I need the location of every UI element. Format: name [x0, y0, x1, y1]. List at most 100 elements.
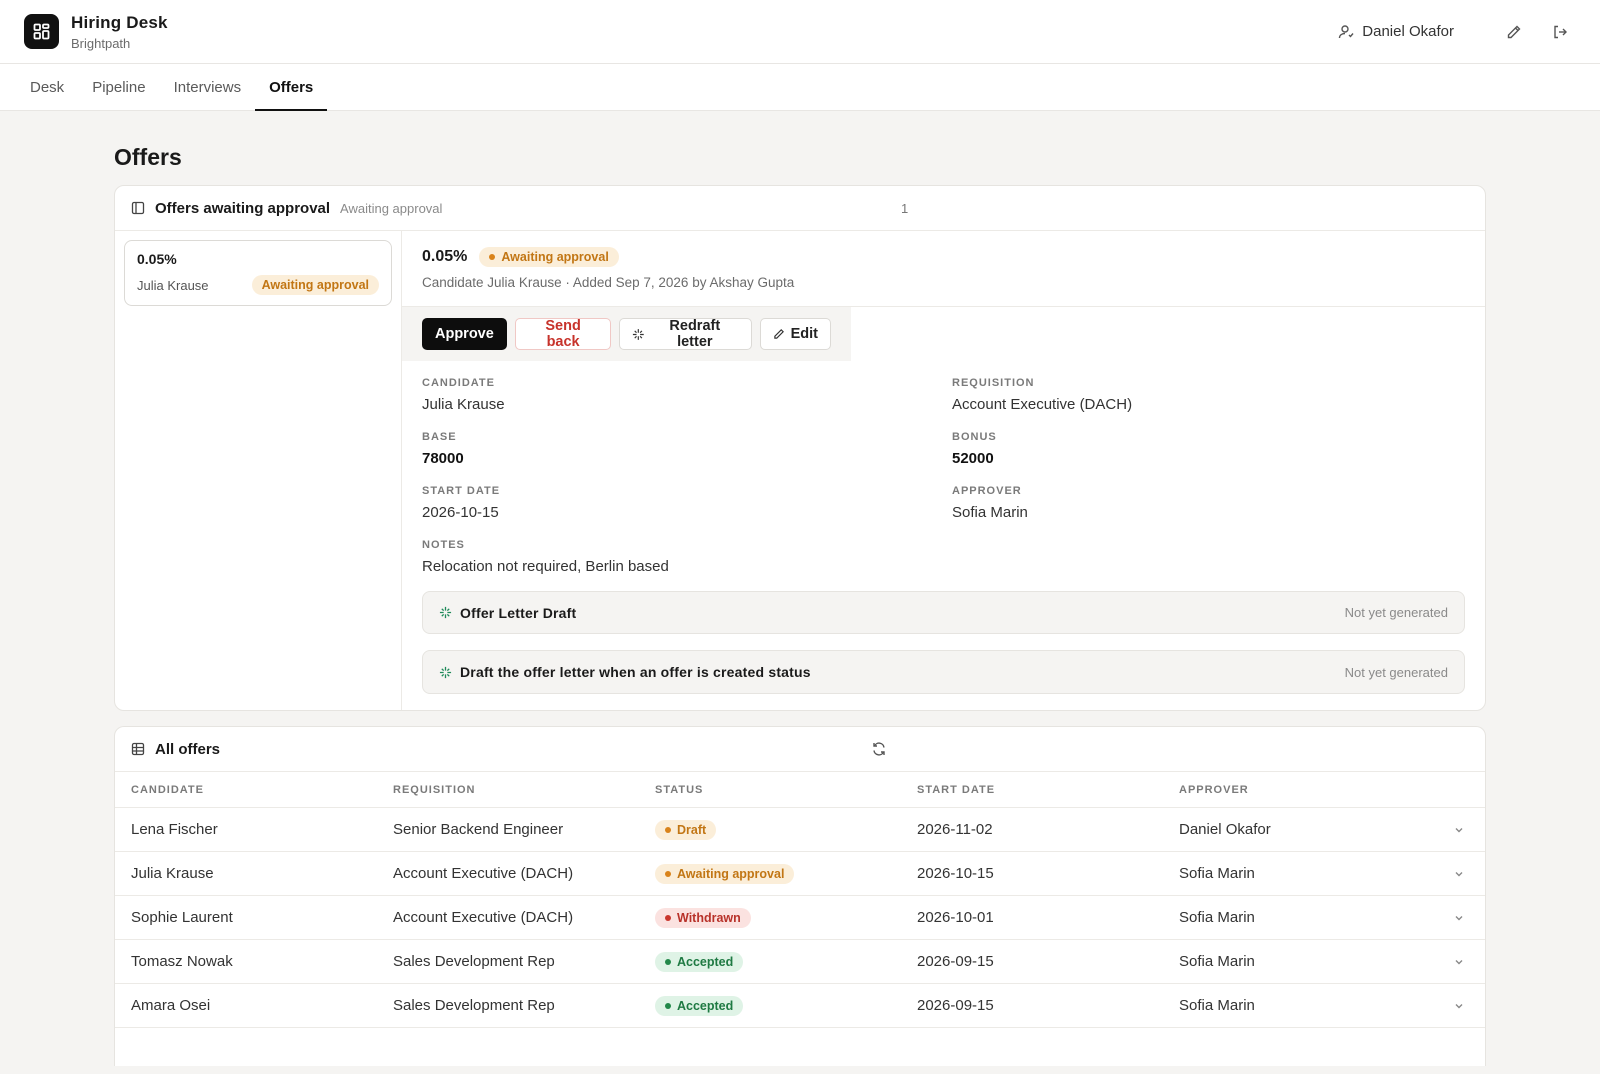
column-header[interactable]: START DATE [917, 784, 1179, 796]
cell-requisition: Senior Backend Engineer [393, 821, 564, 838]
table-row[interactable]: Amara Osei Sales Development Rep Accepte… [115, 984, 1485, 1028]
cell-approver: Sofia Marin [1179, 865, 1255, 882]
approval-subtitle: Awaiting approval [340, 200, 443, 216]
logout-icon [1554, 25, 1567, 38]
app-logo[interactable] [24, 14, 59, 49]
offer-letter-draft[interactable]: Offer Letter Draft Not yet generated [422, 590, 1465, 635]
approval-title: Offers awaiting approval [155, 199, 331, 217]
column-header[interactable]: CANDIDATE [131, 784, 393, 796]
user-icon [1339, 24, 1354, 38]
cell-requisition: Account Executive (DACH) [393, 909, 574, 926]
table-row[interactable]: Sophie Laurent Account Executive (DACH) … [115, 896, 1485, 940]
status-badge: Awaiting approval [251, 275, 379, 295]
refresh-button[interactable] [871, 741, 887, 760]
approval-count: 1 [901, 200, 909, 216]
status-badge: Withdrawn [655, 907, 751, 928]
cell-candidate: Julia Krause [131, 865, 214, 882]
cell-approver: Daniel Okafor [1179, 821, 1271, 838]
cell-start-date: 2026-09-15 [917, 997, 994, 1014]
cell-candidate: Amara Osei [131, 997, 211, 1014]
chevron-down-icon[interactable] [1449, 912, 1469, 924]
cell-approver: Sofia Marin [1179, 953, 1255, 970]
all-offers-title: All offers [155, 740, 221, 758]
tab-interviews[interactable]: Interviews [160, 64, 256, 110]
status-badge: Accepted [655, 995, 744, 1016]
sparkle-icon [439, 666, 452, 678]
cell-requisition: Sales Development Rep [393, 953, 555, 970]
tab-pipeline[interactable]: Pipeline [78, 64, 159, 110]
generated-status: Not yet generated [1344, 605, 1448, 621]
approval-list: 0.05% Julia Krause Awaiting approval [115, 231, 402, 710]
draft-letter-automation[interactable]: Draft the offer letter when an offer is … [422, 650, 1465, 695]
column-header[interactable]: APPROVER [1179, 784, 1469, 796]
cell-approver: Sofia Marin [1179, 909, 1255, 926]
candidate-label: CANDIDATE [422, 377, 495, 390]
cell-requisition: Sales Development Rep [393, 997, 555, 1014]
nav-tabs: Desk Pipeline Interviews Offers [0, 64, 1600, 111]
sparkle-icon [633, 328, 645, 340]
all-offers-card: All offers CANDIDATE REQUISITION STATUS … [114, 726, 1486, 1066]
start-date-label: START DATE [422, 485, 501, 498]
redraft-letter-button[interactable]: Redraft letter [619, 318, 752, 351]
cell-candidate: Sophie Laurent [131, 909, 233, 926]
offer-fields: CANDIDATE Julia Krause REQUISITION Account… [402, 361, 1485, 539]
bonus-value: 52000 [952, 450, 994, 468]
page-title: Offers [114, 144, 182, 170]
status-badge: Awaiting approval [655, 863, 795, 884]
edit-offer-button[interactable]: Edit [759, 318, 831, 351]
table-icon [131, 742, 145, 756]
cell-start-date: 2026-09-15 [917, 953, 994, 970]
cell-start-date: 2026-10-01 [917, 909, 994, 926]
notes-field: NOTES Relocation not required, Berlin ba… [402, 539, 1485, 591]
offers-table: CANDIDATE REQUISITION STATUS START DATE … [115, 772, 1485, 1028]
candidate-value: Julia Krause [422, 396, 505, 414]
table-row[interactable]: Julia Krause Account Executive (DACH) Aw… [115, 852, 1485, 896]
table-row[interactable]: Tomasz Nowak Sales Development Rep Accep… [115, 940, 1485, 984]
logout-button[interactable] [1544, 16, 1576, 48]
generated-title: Offer Letter Draft [460, 604, 577, 621]
column-header[interactable]: REQUISITION [393, 784, 655, 796]
panel-icon [131, 201, 145, 215]
table-row[interactable]: Lena Fischer Senior Backend Engineer Dra… [115, 808, 1485, 852]
cell-requisition: Account Executive (DACH) [393, 865, 574, 882]
generated-status: Not yet generated [1344, 664, 1448, 680]
detail-meta: Candidate Julia Krause · Added Sep 7, 20… [422, 275, 795, 290]
requisition-value: Account Executive (DACH) [952, 396, 1133, 414]
tab-desk[interactable]: Desk [16, 64, 78, 110]
column-header[interactable]: STATUS [655, 784, 917, 796]
edit-button[interactable] [1498, 16, 1530, 48]
chevron-down-icon[interactable] [1449, 868, 1469, 880]
base-value: 78000 [422, 450, 464, 468]
base-label: BASE [422, 431, 457, 444]
app-title: Hiring Desk [71, 12, 168, 32]
user-menu[interactable]: Daniel Okafor [1338, 23, 1454, 40]
cell-candidate: Lena Fischer [131, 821, 218, 838]
detail-pct: 0.05% [422, 248, 468, 265]
approval-card: Offers awaiting approval Awaiting approv… [114, 185, 1486, 711]
approver-label: APPROVER [952, 485, 1022, 498]
bonus-label: BONUS [952, 431, 997, 444]
notes-label: NOTES [422, 539, 465, 552]
org-name: Brightpath [71, 35, 131, 51]
sparkle-icon [439, 607, 452, 619]
start-date-value: 2026-10-15 [422, 504, 499, 522]
approve-button[interactable]: Approve [422, 318, 507, 351]
send-back-button[interactable]: Send back [514, 318, 612, 351]
requisition-label: REQUISITION [952, 377, 1035, 390]
user-name: Daniel Okafor [1362, 23, 1454, 40]
pencil-icon [1507, 25, 1521, 38]
chevron-down-icon[interactable] [1449, 956, 1469, 968]
top-bar: Hiring Desk Brightpath Daniel Okafor [0, 0, 1600, 64]
list-item-pct: 0.05% [137, 251, 177, 267]
list-item[interactable]: 0.05% Julia Krause Awaiting approval [124, 240, 392, 306]
cell-start-date: 2026-11-02 [917, 821, 993, 838]
tab-offers[interactable]: Offers [255, 64, 328, 111]
chevron-down-icon[interactable] [1449, 824, 1469, 836]
list-item-name: Julia Krause [137, 277, 209, 293]
approval-detail: 0.05% Awaiting approval Candidate Julia … [402, 231, 1485, 710]
chevron-down-icon[interactable] [1449, 1000, 1469, 1012]
approver-value: Sofia Marin [952, 504, 1028, 522]
grid-icon [33, 23, 50, 40]
status-badge: Awaiting approval [479, 247, 619, 267]
action-bar: Approve Send back Redraft letter Edit [402, 307, 851, 362]
